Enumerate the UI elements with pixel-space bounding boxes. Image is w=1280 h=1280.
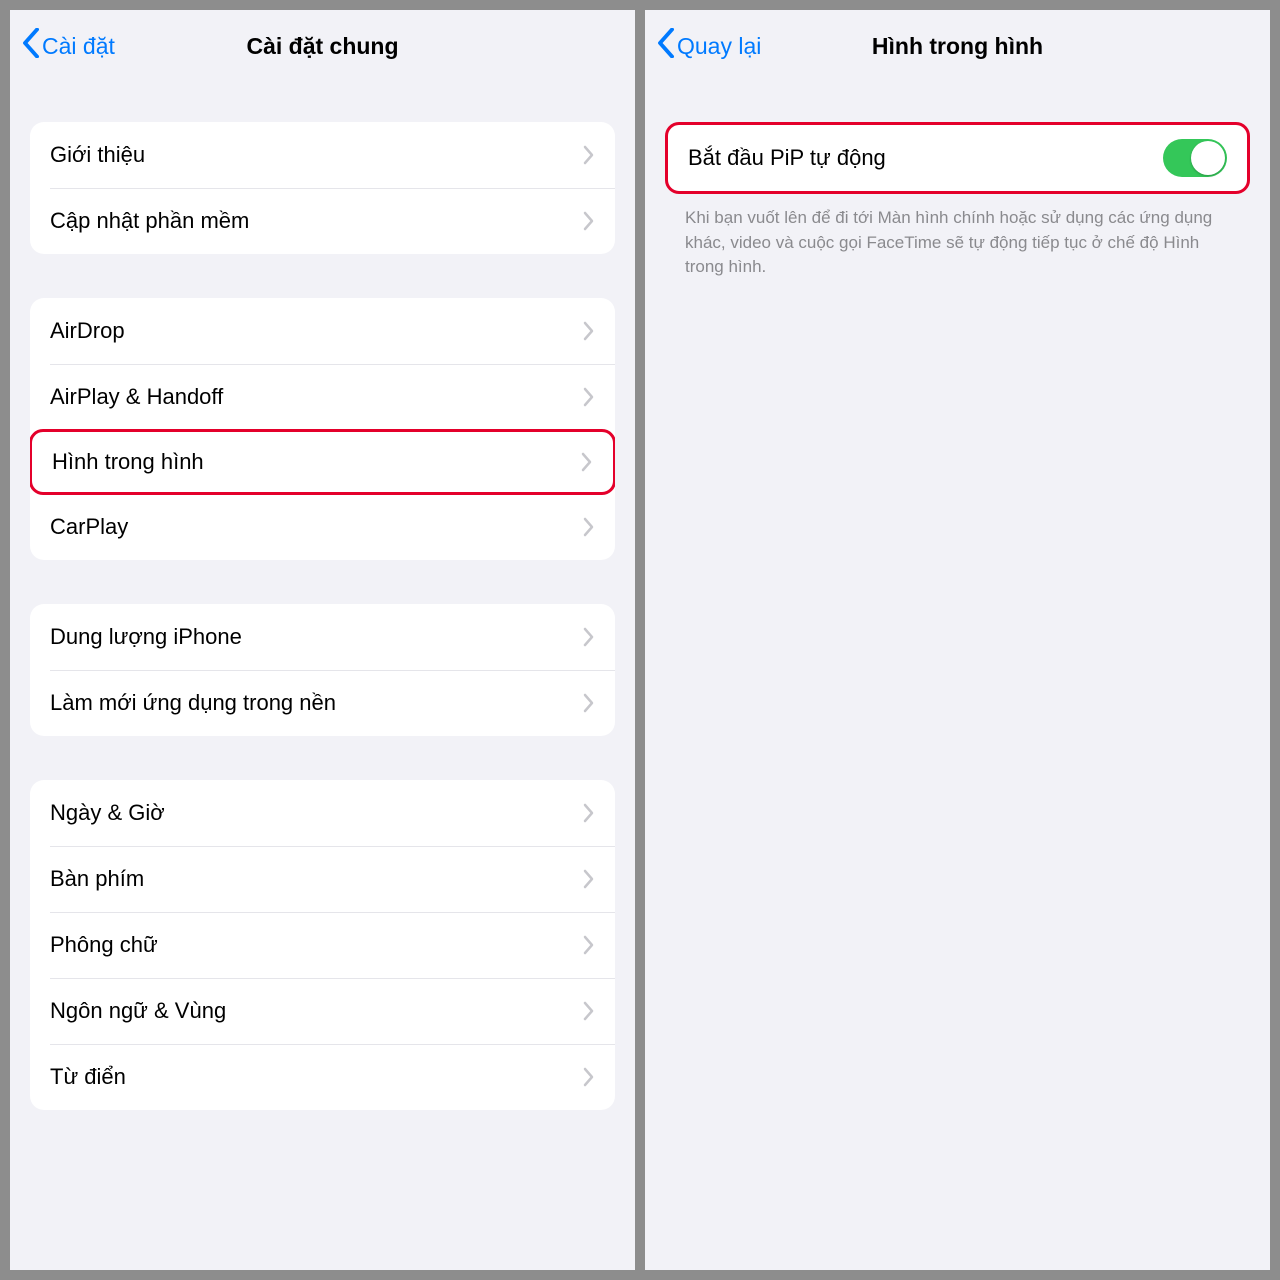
row-label: Ngôn ngữ & Vùng [50,998,583,1024]
row-label: Hình trong hình [52,449,581,475]
settings-row[interactable]: Làm mới ứng dụng trong nền [30,670,615,736]
settings-row[interactable]: Hình trong hình [30,429,615,495]
row-label: Ngày & Giờ [50,800,583,826]
footer-description: Khi bạn vuốt lên để đi tới Màn hình chín… [665,194,1250,280]
chevron-right-icon [583,211,595,231]
back-button[interactable]: Cài đặt [22,28,115,64]
chevron-right-icon [583,869,595,889]
chevron-right-icon [583,1001,595,1021]
chevron-right-icon [583,693,595,713]
settings-group: Ngày & Giờ Bàn phím Phông chữ Ngôn ngữ & Vù… [30,780,615,1110]
general-settings-screen: Cài đặt Cài đặt chung Giới thiệu Cập nhật… [10,10,635,1270]
settings-group: Giới thiệu Cập nhật phần mềm [30,122,615,254]
auto-pip-toggle[interactable] [1163,139,1227,177]
back-label: Cài đặt [42,33,115,60]
settings-row[interactable]: Bàn phím [30,846,615,912]
navbar: Quay lại Hình trong hình [645,10,1270,82]
settings-group: AirDrop AirPlay & Handoff Hình trong hình C… [30,298,615,560]
chevron-right-icon [583,1067,595,1087]
row-label: Từ điển [50,1064,583,1090]
row-label: CarPlay [50,514,583,540]
settings-row[interactable]: AirDrop [30,298,615,364]
settings-row[interactable]: Ngôn ngữ & Vùng [30,978,615,1044]
toggle-knob [1191,141,1225,175]
chevron-right-icon [583,145,595,165]
chevron-right-icon [583,387,595,407]
settings-row[interactable]: Cập nhật phần mềm [30,188,615,254]
row-label: Làm mới ứng dụng trong nền [50,690,583,716]
settings-row[interactable]: Giới thiệu [30,122,615,188]
chevron-right-icon [583,321,595,341]
row-label: AirDrop [50,318,583,344]
settings-group: Bắt đầu PiP tự động [665,122,1250,194]
settings-row[interactable]: Từ điển [30,1044,615,1110]
chevron-right-icon [583,935,595,955]
back-label: Quay lại [677,33,761,60]
chevron-right-icon [583,517,595,537]
row-label: Cập nhật phần mềm [50,208,583,234]
chevron-left-icon [22,28,42,64]
row-label: Dung lượng iPhone [50,624,583,650]
navbar: Cài đặt Cài đặt chung [10,10,635,82]
chevron-right-icon [583,627,595,647]
settings-list: Bắt đầu PiP tự động Khi bạn vuốt lên để … [645,82,1270,1270]
settings-row[interactable]: Ngày & Giờ [30,780,615,846]
settings-list: Giới thiệu Cập nhật phần mềm AirDrop AirPla… [10,82,635,1270]
settings-row[interactable]: Dung lượng iPhone [30,604,615,670]
settings-row[interactable]: Phông chữ [30,912,615,978]
settings-row[interactable]: AirPlay & Handoff [30,364,615,430]
settings-group: Dung lượng iPhone Làm mới ứng dụng trong … [30,604,615,736]
row-label: Bắt đầu PiP tự động [688,145,1163,171]
auto-pip-row: Bắt đầu PiP tự động [668,125,1247,191]
row-label: Phông chữ [50,932,583,958]
back-button[interactable]: Quay lại [657,28,761,64]
pip-settings-screen: Quay lại Hình trong hình Bắt đầu PiP tự … [645,10,1270,1270]
chevron-right-icon [583,803,595,823]
settings-row[interactable]: CarPlay [30,494,615,560]
row-label: Giới thiệu [50,142,583,168]
chevron-left-icon [657,28,677,64]
chevron-right-icon [581,452,593,472]
row-label: Bàn phím [50,866,583,892]
row-label: AirPlay & Handoff [50,384,583,410]
